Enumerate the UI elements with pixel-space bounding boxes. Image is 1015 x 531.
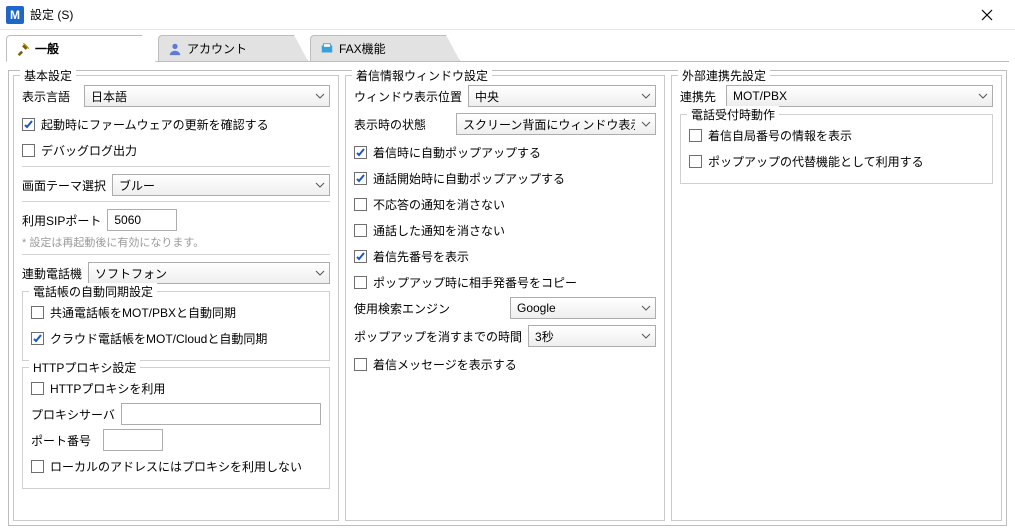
- check-keep-called-label: 通話した通知を消さない: [373, 222, 505, 239]
- group-basic-title: 基本設定: [20, 67, 76, 84]
- check-proxy-nolocal[interactable]: ローカルのアドレスにはプロキシを利用しない: [31, 458, 302, 475]
- sip-port-label: 利用SIPポート: [22, 212, 101, 229]
- check-debug-label: デバッグログ出力: [41, 142, 137, 159]
- group-incoming-title: 着信情報ウィンドウ設定: [352, 67, 492, 84]
- check-keep-missed-label: 不応答の通知を消さない: [373, 196, 505, 213]
- tab-general-label: 一般: [35, 40, 59, 57]
- check-show-localnum[interactable]: 着信自局番号の情報を表示: [689, 127, 852, 144]
- check-debug[interactable]: デバッグログ出力: [22, 142, 137, 159]
- group-phonebook-title: 電話帳の自動同期設定: [29, 283, 157, 300]
- check-as-alt-label: ポップアップの代替機能として利用する: [708, 153, 924, 170]
- title-bar: M 設定 (S): [0, 0, 1015, 30]
- check-as-alt[interactable]: ポップアップの代替機能として利用する: [689, 153, 924, 170]
- state-select[interactable]: [456, 113, 656, 135]
- check-show-localnum-label: 着信自局番号の情報を表示: [708, 127, 852, 144]
- check-show-callee[interactable]: 着信先番号を表示: [354, 248, 469, 265]
- pos-select[interactable]: [468, 85, 656, 107]
- theme-label: 画面テーマ選択: [22, 177, 106, 194]
- check-popup-incoming[interactable]: 着信時に自動ポップアップする: [354, 144, 541, 161]
- check-popup-incoming-label: 着信時に自動ポップアップする: [373, 144, 541, 161]
- check-phonebook-shared-label: 共通電話帳をMOT/PBXと自動同期: [50, 304, 236, 321]
- proxy-server-label: プロキシサーバ: [31, 406, 115, 423]
- check-popup-call-label: 通話開始時に自動ポップアップする: [373, 170, 565, 187]
- group-external-title: 外部連携先設定: [678, 67, 770, 84]
- dest-label: 連携先: [680, 88, 720, 105]
- tab-strip: 一般 アカウント FAX機能: [6, 34, 1009, 62]
- group-external: 外部連携先設定 連携先 電話受付時動作 着信自局番号の情報を表示 ポップアップの…: [671, 75, 1002, 521]
- check-phonebook-shared[interactable]: 共通電話帳をMOT/PBXと自動同期: [31, 304, 236, 321]
- time-label: ポップアップを消すまでの時間: [354, 328, 522, 345]
- search-select[interactable]: [510, 297, 656, 319]
- theme-select[interactable]: [112, 174, 330, 196]
- group-proxy: HTTPプロキシ設定 HTTPプロキシを利用 プロキシサーバ ポート番号: [22, 367, 330, 489]
- check-keep-called[interactable]: 通話した通知を消さない: [354, 222, 505, 239]
- check-proxy-use-label: HTTPプロキシを利用: [50, 380, 165, 397]
- search-label: 使用検索エンジン: [354, 300, 504, 317]
- check-proxy-use[interactable]: HTTPプロキシを利用: [31, 380, 165, 397]
- app-icon: M: [6, 6, 24, 24]
- check-keep-missed[interactable]: 不応答の通知を消さない: [354, 196, 505, 213]
- check-show-callee-label: 着信先番号を表示: [373, 248, 469, 265]
- proxy-port-input[interactable]: [103, 429, 163, 451]
- check-phonebook-cloud-label: クラウド電話帳をMOT/Cloudと自動同期: [50, 330, 267, 347]
- check-show-msg-label: 着信メッセージを表示する: [373, 356, 517, 373]
- tools-icon: [15, 41, 31, 57]
- close-button[interactable]: [967, 5, 1007, 25]
- pos-label: ウィンドウ表示位置: [354, 88, 462, 105]
- group-basic: 基本設定 表示言語 起動時にファームウェアの更新を確認する デバッグログ出力: [13, 75, 339, 521]
- check-phonebook-cloud[interactable]: クラウド電話帳をMOT/Cloudと自動同期: [31, 330, 267, 347]
- tab-fax[interactable]: FAX機能: [310, 35, 460, 61]
- close-icon: [981, 9, 993, 21]
- dest-select[interactable]: [726, 85, 993, 107]
- group-recv-action-title: 電話受付時動作: [687, 106, 779, 123]
- check-show-msg[interactable]: 着信メッセージを表示する: [354, 356, 517, 373]
- check-popup-call[interactable]: 通話開始時に自動ポップアップする: [354, 170, 565, 187]
- tab-account[interactable]: アカウント: [158, 35, 308, 61]
- phone-label: 連動電話機: [22, 265, 82, 282]
- client-area: 基本設定 表示言語 起動時にファームウェアの更新を確認する デバッグログ出力: [8, 70, 1007, 526]
- check-copy-caller[interactable]: ポップアップ時に相手発番号をコピー: [354, 274, 577, 291]
- check-copy-caller-label: ポップアップ時に相手発番号をコピー: [373, 274, 577, 291]
- tab-general[interactable]: 一般: [6, 35, 156, 62]
- tab-account-label: アカウント: [187, 40, 247, 57]
- check-firmware-label: 起動時にファームウェアの更新を確認する: [41, 116, 269, 133]
- group-phonebook: 電話帳の自動同期設定 共通電話帳をMOT/PBXと自動同期 クラウド電話帳をMO…: [22, 291, 330, 361]
- lang-label: 表示言語: [22, 88, 78, 105]
- sip-port-input[interactable]: [107, 209, 177, 231]
- state-label: 表示時の状態: [354, 116, 450, 133]
- lang-select[interactable]: [84, 85, 330, 107]
- group-recv-action: 電話受付時動作 着信自局番号の情報を表示 ポップアップの代替機能として利用する: [680, 114, 993, 184]
- phone-select[interactable]: [88, 262, 330, 284]
- fax-icon: [319, 41, 335, 57]
- user-icon: [167, 41, 183, 57]
- check-proxy-nolocal-label: ローカルのアドレスにはプロキシを利用しない: [50, 458, 302, 475]
- sip-port-hint: * 設定は再起動後に有効になります。: [22, 234, 330, 250]
- group-proxy-title: HTTPプロキシ設定: [29, 359, 140, 376]
- group-incoming: 着信情報ウィンドウ設定 ウィンドウ表示位置 表示時の状態 着信時に自動ポップアッ…: [345, 75, 665, 521]
- proxy-server-input[interactable]: [121, 403, 321, 425]
- check-firmware[interactable]: 起動時にファームウェアの更新を確認する: [22, 116, 269, 133]
- window-title: 設定 (S): [30, 6, 967, 23]
- time-select[interactable]: [528, 325, 656, 347]
- proxy-port-label: ポート番号: [31, 432, 97, 449]
- tab-fax-label: FAX機能: [339, 40, 386, 57]
